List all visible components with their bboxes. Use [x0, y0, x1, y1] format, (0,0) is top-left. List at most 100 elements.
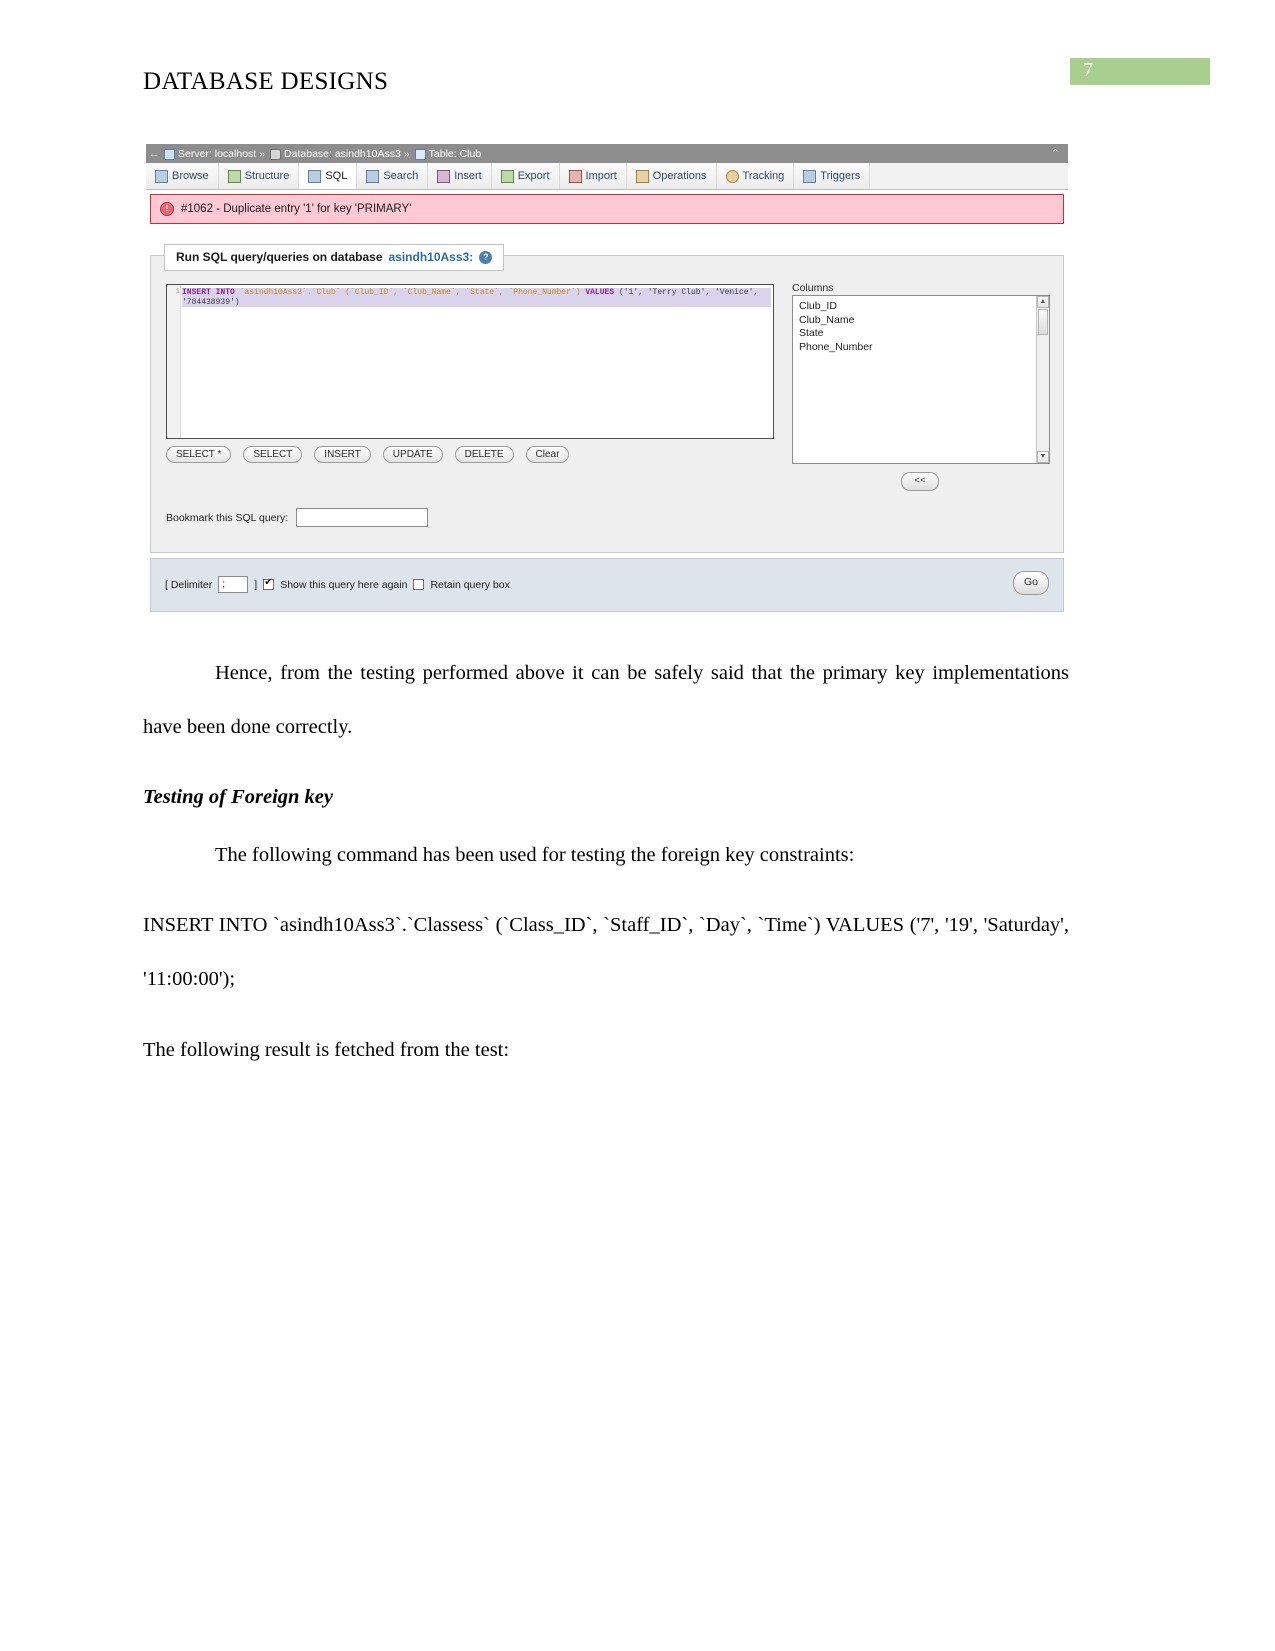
- list-item[interactable]: Club_Name: [799, 314, 1043, 328]
- delimiter-close-label: ]: [254, 578, 258, 591]
- body-paragraph-3-wrap: INSERT INTO `asindh10Ass3`.`Classess` (`…: [143, 898, 1069, 1006]
- query-footer: [ Delimiter ] Show this query here again…: [150, 558, 1064, 612]
- select-button[interactable]: SELECT: [243, 446, 303, 463]
- retain-query-checkbox[interactable]: [413, 579, 425, 590]
- error-text: #1062 - Duplicate entry '1' for key 'PRI…: [181, 203, 412, 215]
- page-number: 7: [1083, 59, 1093, 81]
- tab-import[interactable]: Import: [559, 163, 627, 189]
- paragraph-command-intro: The following command has been used for …: [215, 844, 855, 866]
- triggers-icon: [803, 169, 817, 183]
- browse-icon: [155, 169, 168, 183]
- insert-icon: [437, 169, 451, 183]
- sql-column-list: (`Club_ID`, `Club_Name`, `State`, `Phone…: [345, 288, 581, 297]
- tab-insert[interactable]: Insert: [428, 163, 492, 189]
- back-arrow-icon[interactable]: ←: [146, 148, 162, 160]
- heading-foreign-key: Testing of Foreign key: [143, 786, 334, 808]
- tab-browse-label: Browse: [172, 170, 209, 182]
- delete-button[interactable]: DELETE: [454, 446, 514, 463]
- sql-editor[interactable]: 1 INSERT INTO `asindh10Ass3`.`Club` (`Cl…: [166, 284, 774, 439]
- paragraph-sql-command: INSERT INTO `asindh10Ass3`.`Classess` (`…: [143, 914, 1069, 990]
- editor-line-number: 1: [175, 288, 180, 296]
- phpmyadmin-screenshot: ← Server: localhost » Database: asindh10…: [146, 140, 1068, 616]
- columns-list[interactable]: Club_ID Club_Name State Phone_Number ▲ ▼: [792, 295, 1050, 464]
- tab-export[interactable]: Export: [491, 163, 560, 189]
- sql-target-table: `asindh10Ass3`.`Club`: [239, 288, 341, 297]
- legend-database: asindh10Ass3:: [388, 250, 474, 264]
- body-paragraph-2-wrap: The following command has been used for …: [143, 828, 1069, 882]
- show-query-checkbox[interactable]: [263, 577, 275, 590]
- tab-sql[interactable]: SQL: [299, 163, 358, 189]
- breadcrumb: ← Server: localhost » Database: asindh10…: [146, 144, 1068, 164]
- list-item[interactable]: State: [799, 327, 1043, 341]
- page-title: DATABASE DESIGNS: [143, 68, 389, 95]
- scroll-up-icon[interactable]: ▲: [1037, 296, 1049, 308]
- columns-scrollbar[interactable]: ▲ ▼: [1036, 296, 1049, 463]
- breadcrumb-server[interactable]: Server: localhost: [178, 148, 256, 160]
- bookmark-row: Bookmark this SQL query:: [166, 508, 429, 527]
- error-message-wrap: ! #1062 - Duplicate entry '1' for key 'P…: [150, 194, 1064, 224]
- insert-button[interactable]: INSERT: [314, 446, 371, 463]
- import-icon: [568, 169, 582, 183]
- insert-columns-button[interactable]: <<: [901, 472, 939, 491]
- editor-code: INSERT INTO `asindh10Ass3`.`Club` (`Club…: [182, 288, 771, 307]
- sql-keyword-insert: INSERT INTO: [182, 288, 235, 297]
- tab-operations-label: Operations: [652, 170, 707, 182]
- body-paragraph-1-wrap: Hence, from the testing performed above …: [143, 646, 1069, 754]
- legend-prefix: Run SQL query/queries on database: [176, 250, 383, 264]
- clear-button[interactable]: Clear: [525, 446, 570, 463]
- database-icon: [270, 148, 282, 160]
- panel-legend: Run SQL query/queries on database asindh…: [164, 244, 505, 271]
- error-icon: !: [160, 202, 174, 216]
- tab-triggers[interactable]: Triggers: [794, 163, 871, 189]
- breadcrumb-database[interactable]: Database: asindh10Ass3: [284, 148, 401, 160]
- scroll-down-icon[interactable]: ▼: [1037, 451, 1049, 463]
- help-icon[interactable]: ?: [479, 250, 493, 264]
- tracking-icon: [725, 169, 739, 183]
- columns-label: Columns: [792, 282, 834, 294]
- wrench-icon: [635, 169, 649, 183]
- breadcrumb-table[interactable]: Table: Club: [429, 148, 482, 160]
- tab-tracking[interactable]: Tracking: [716, 163, 795, 189]
- footer-controls: [ Delimiter ] Show this query here again…: [165, 576, 510, 593]
- tab-operations[interactable]: Operations: [626, 163, 717, 189]
- delimiter-input[interactable]: [218, 576, 249, 593]
- export-icon: [500, 169, 514, 183]
- tab-browse[interactable]: Browse: [146, 163, 219, 189]
- tab-structure-label: Structure: [244, 170, 290, 182]
- delimiter-open-label: [ Delimiter: [165, 578, 213, 591]
- section-heading-wrap: Testing of Foreign key: [143, 786, 1069, 809]
- tab-structure[interactable]: Structure: [218, 163, 300, 189]
- scrollbar-thumb[interactable]: [1038, 309, 1048, 335]
- error-message: ! #1062 - Duplicate entry '1' for key 'P…: [150, 194, 1064, 224]
- tab-search[interactable]: Search: [357, 163, 429, 189]
- search-icon: [366, 169, 380, 183]
- breadcrumb-separator: »: [259, 147, 266, 160]
- tab-export-label: Export: [517, 170, 550, 182]
- table-icon: [414, 148, 426, 160]
- paragraph-result-intro: The following result is fetched from the…: [143, 1039, 510, 1061]
- tab-import-label: Import: [585, 170, 617, 182]
- update-button[interactable]: UPDATE: [382, 446, 443, 463]
- retain-query-label: Retain query box: [430, 578, 510, 591]
- page-number-box: 7: [1070, 58, 1210, 85]
- tab-search-label: Search: [383, 170, 419, 182]
- body-paragraph-4-wrap: The following result is fetched from the…: [143, 1023, 1069, 1077]
- sql-icon: [308, 169, 322, 183]
- editor-gutter: 1: [167, 285, 181, 438]
- query-button-row: SELECT * SELECT INSERT UPDATE DELETE Cle…: [166, 446, 570, 463]
- tab-insert-label: Insert: [454, 170, 482, 182]
- tab-sql-label: SQL: [325, 170, 348, 182]
- show-query-label: Show this query here again: [280, 578, 408, 591]
- tab-tracking-label: Tracking: [742, 170, 785, 182]
- list-item[interactable]: Phone_Number: [799, 341, 1043, 355]
- collapse-icon[interactable]: ⌃: [1051, 147, 1060, 160]
- bookmark-input[interactable]: [296, 508, 429, 527]
- breadcrumb-separator-2: »: [403, 147, 410, 160]
- paragraph-conclusion: Hence, from the testing performed above …: [143, 662, 1069, 738]
- sql-keyword-values: VALUES: [585, 288, 615, 297]
- bookmark-label: Bookmark this SQL query:: [166, 511, 289, 524]
- tab-bar: Browse Structure SQL Search Insert Expor…: [146, 163, 1068, 190]
- list-item[interactable]: Club_ID: [799, 300, 1043, 314]
- select-star-button[interactable]: SELECT *: [166, 446, 232, 463]
- go-button[interactable]: Go: [1013, 571, 1049, 595]
